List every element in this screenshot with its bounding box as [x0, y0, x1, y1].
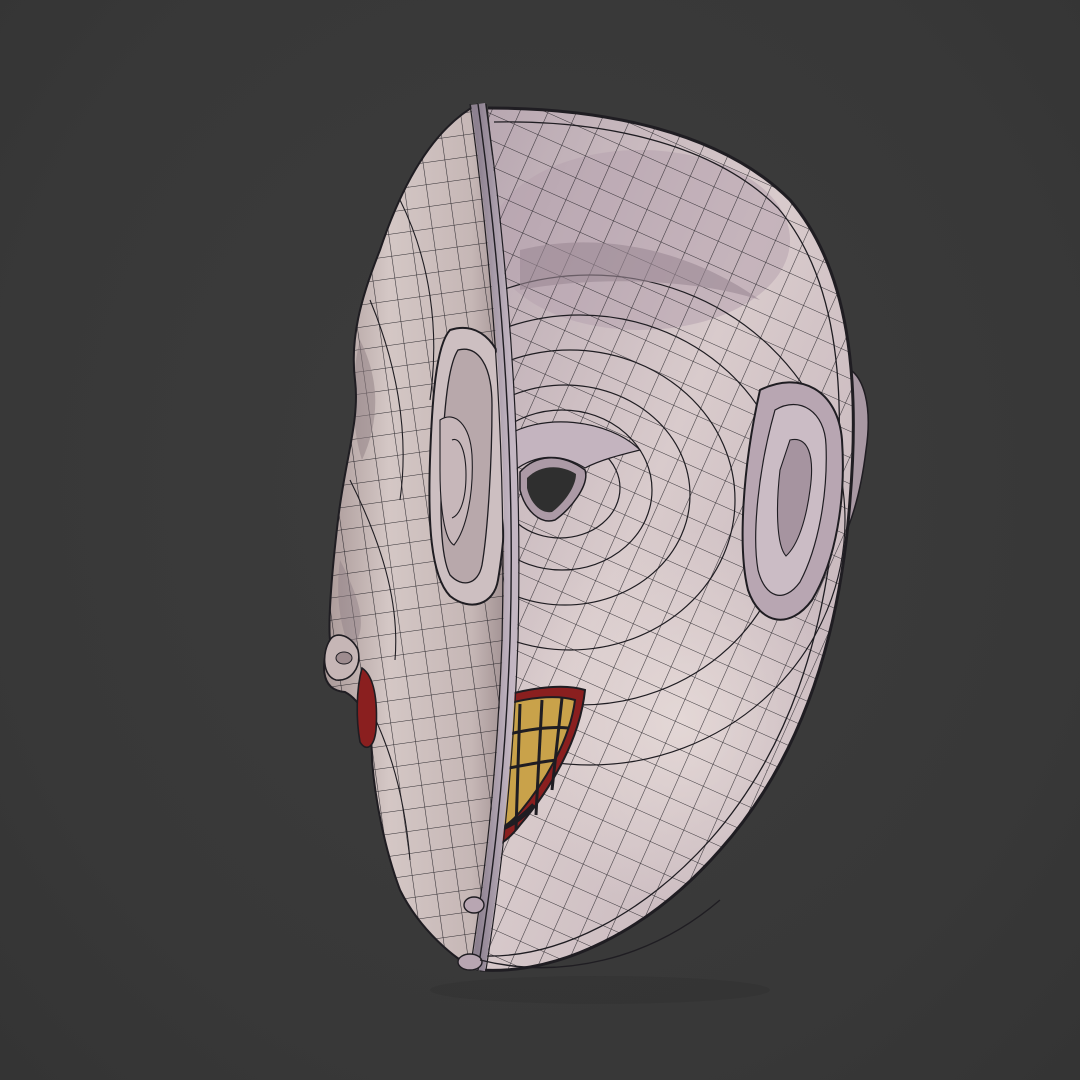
- 3d-viewport[interactable]: [0, 0, 1080, 1080]
- mask-model-render: [323, 103, 869, 1004]
- nose: [323, 634, 360, 681]
- ground-shadow: [430, 976, 770, 1004]
